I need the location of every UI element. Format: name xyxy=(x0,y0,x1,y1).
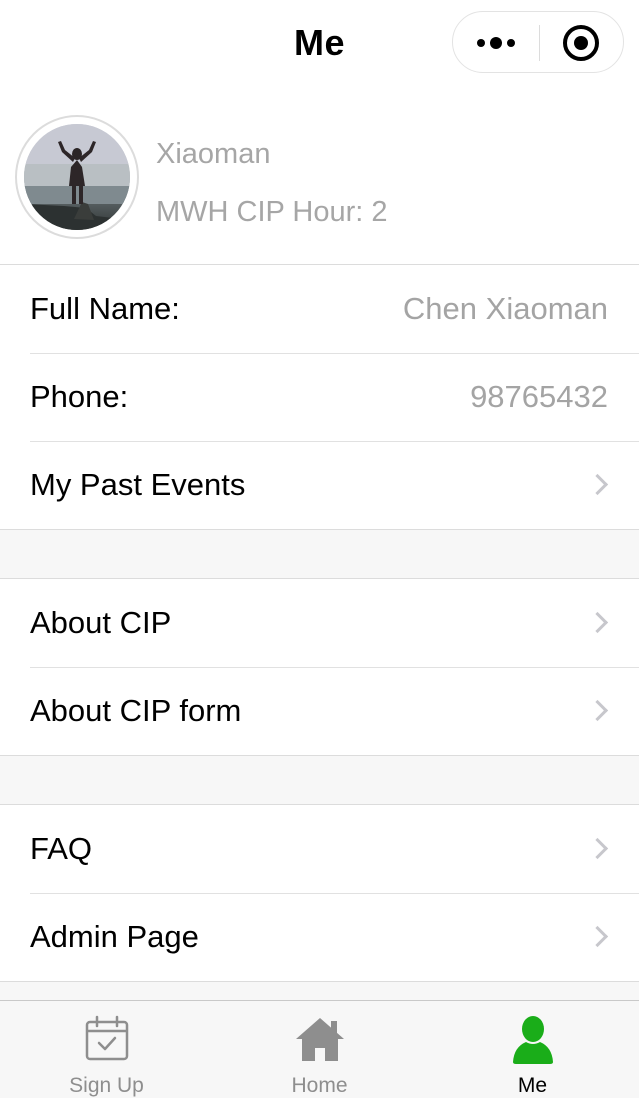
about-cip-row[interactable]: About CIP xyxy=(0,579,639,667)
past-events-row[interactable]: My Past Events xyxy=(0,441,639,529)
tab-sign-up[interactable]: Sign Up xyxy=(0,1001,213,1098)
admin-page-label: Admin Page xyxy=(30,919,199,954)
chevron-right-icon xyxy=(586,611,609,634)
chevron-right-icon xyxy=(586,837,609,860)
profile-header: Xiaoman MWH CIP Hour: 2 xyxy=(0,88,639,264)
mini-program-capsule xyxy=(452,11,624,73)
about-cip-form-row[interactable]: About CIP form xyxy=(0,667,639,755)
phone-row: Phone: 98765432 xyxy=(0,353,639,441)
about-cip-label: About CIP xyxy=(30,605,172,640)
tab-home[interactable]: Home xyxy=(213,1001,426,1098)
avatar[interactable] xyxy=(15,115,139,239)
calendar-check-icon xyxy=(85,1015,128,1061)
full-name-row: Full Name: Chen Xiaoman xyxy=(0,265,639,353)
phone-label: Phone: xyxy=(30,379,129,414)
info-group: Full Name: Chen Xiaoman Phone: 98765432 … xyxy=(0,264,639,530)
chevron-right-icon xyxy=(586,473,609,496)
home-icon xyxy=(295,1018,344,1061)
tab-bar: Sign Up Home Me xyxy=(0,1000,639,1098)
navigation-bar: Me xyxy=(0,0,639,88)
about-cip-form-label: About CIP form xyxy=(30,693,242,728)
cip-hours: MWH CIP Hour: 2 xyxy=(156,196,388,228)
me-page: Me Xiaoman MWH CIP Hour: 2 Full Name: Ch… xyxy=(0,0,639,1098)
more-dots-icon[interactable] xyxy=(453,12,539,74)
capsule-divider xyxy=(539,25,540,61)
about-group: About CIP About CIP form xyxy=(0,578,639,756)
profile-nickname: Xiaoman xyxy=(156,138,271,170)
tab-label-sign-up: Sign Up xyxy=(69,1074,144,1097)
past-events-label: My Past Events xyxy=(30,467,246,502)
tab-me[interactable]: Me xyxy=(426,1001,639,1098)
faq-row[interactable]: FAQ xyxy=(0,805,639,893)
phone-value: 98765432 xyxy=(470,379,608,414)
chevron-right-icon xyxy=(586,925,609,948)
person-icon xyxy=(512,1016,553,1064)
full-name-value: Chen Xiaoman xyxy=(402,291,608,326)
tab-label-home: Home xyxy=(291,1074,348,1097)
full-name-label: Full Name: xyxy=(30,291,180,326)
tab-label-me: Me xyxy=(517,1074,548,1097)
target-close-icon[interactable] xyxy=(563,25,599,61)
faq-label: FAQ xyxy=(30,831,93,866)
chevron-right-icon xyxy=(586,699,609,722)
avatar-photo xyxy=(24,124,130,230)
admin-page-row[interactable]: Admin Page xyxy=(0,893,639,981)
help-group: FAQ Admin Page xyxy=(0,804,639,982)
